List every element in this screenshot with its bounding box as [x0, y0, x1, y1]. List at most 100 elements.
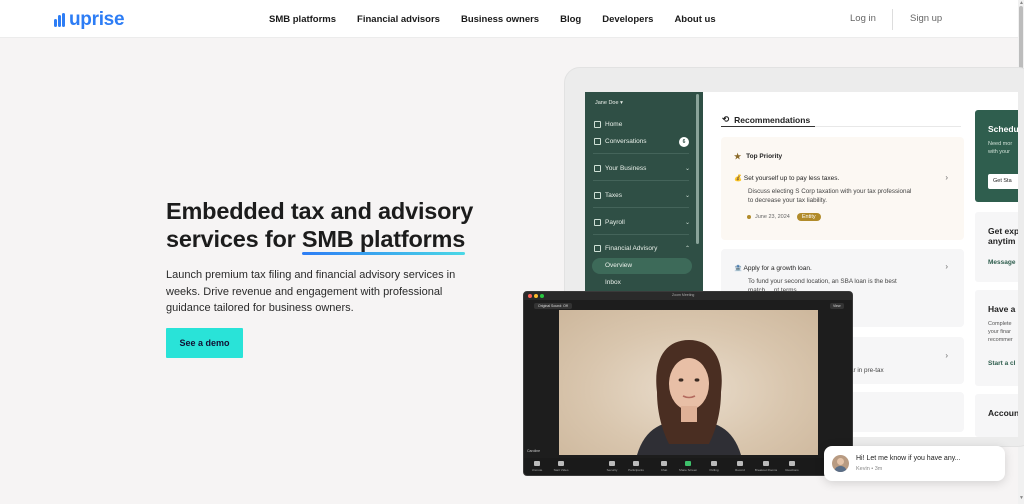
participant-figure-icon — [637, 340, 741, 455]
nav-about-us[interactable]: About us — [674, 14, 715, 25]
nav-financial-advisors[interactable]: Financial advisors — [357, 14, 440, 25]
person-icon — [834, 458, 847, 472]
taxes-icon — [594, 192, 601, 199]
maximize-window-icon — [540, 294, 544, 298]
schedule-desc: Need mor with your — [988, 140, 1012, 156]
account-title: Accoun — [988, 408, 1018, 418]
sidebar-item-payroll: Payroll ⌄ — [594, 219, 690, 226]
user-name: Jane Doe — [595, 100, 619, 106]
chevron-down-icon: ⌄ — [684, 220, 690, 226]
chevron-down-icon: ⌄ — [684, 193, 690, 199]
logo-text: uprise — [69, 9, 125, 30]
advisor-desc: Complete your finar recommer — [988, 320, 1013, 344]
caret-down-icon: ▾ — [620, 100, 623, 106]
sidebar-divider — [593, 180, 689, 181]
nav-blog[interactable]: Blog — [560, 14, 581, 25]
main-nav: SMB platforms Financial advisors Busines… — [269, 0, 737, 38]
uprise-logo[interactable]: uprise — [54, 9, 125, 31]
video-toolbar: Unmute Start Video Security Participants… — [524, 458, 852, 475]
money-bag-icon: 💰 — [734, 175, 743, 182]
view-button: View — [830, 303, 844, 309]
breakout-rooms-button: Breakout Rooms — [755, 461, 777, 475]
see-demo-button[interactable]: See a demo — [166, 328, 243, 358]
record-icon — [737, 461, 743, 466]
expert-title: Get exp anytim — [988, 226, 1018, 246]
schedule-title: Schedu — [988, 124, 1018, 134]
schedule-desc-line: with your — [988, 149, 1011, 155]
signup-link[interactable]: Sign up — [910, 13, 942, 24]
star-icon: ★ — [734, 152, 742, 161]
entity-badge: Entity — [796, 213, 821, 221]
chat-button: Chat — [655, 461, 673, 475]
nav-smb-platforms[interactable]: SMB platforms — [269, 14, 336, 25]
site-header: uprise SMB platforms Financial advisors … — [0, 0, 1018, 38]
message-link: Message — [988, 259, 1016, 266]
sidebar-subitem-overview: Overview — [605, 262, 633, 269]
nav-business-owners[interactable]: Business owners — [461, 14, 539, 25]
video-titlebar: Zoom Meeting — [524, 292, 852, 300]
expert-panel: Get exp anytim Message — [975, 212, 1018, 282]
sidebar-divider — [593, 207, 689, 208]
start-video-button: Start Video — [552, 461, 570, 475]
scroll-down-arrow-icon[interactable]: ▼ — [1019, 495, 1024, 501]
chevron-up-icon: ⌃ — [684, 246, 690, 252]
polling-button: Polling — [705, 461, 723, 475]
chat-widget[interactable]: Hi! Let me know if you have any... Kevin… — [824, 446, 1005, 481]
sidebar-item-conversations: Conversations — [594, 138, 690, 145]
chat-message: Hi! Let me know if you have any... — [856, 455, 961, 462]
avatar — [832, 455, 849, 472]
hero-title-prefix: services for — [166, 226, 302, 252]
top-priority-text: Top Priority — [746, 153, 783, 160]
advisory-icon — [594, 245, 601, 252]
toolbar-label: Reactions — [785, 468, 799, 472]
start-chat-link: Start a cl — [988, 360, 1016, 367]
chat-icon — [594, 138, 601, 145]
nav-developers[interactable]: Developers — [602, 14, 653, 25]
chevron-right-icon: › — [945, 262, 948, 271]
hero-title: Embedded tax and advisory services for S… — [166, 197, 526, 255]
toolbar-label: Record — [735, 468, 745, 472]
shield-icon — [609, 461, 615, 466]
store-icon — [594, 165, 601, 172]
smiley-icon — [789, 461, 795, 466]
card-body: Discuss electing S Corp taxation with yo… — [748, 187, 911, 205]
card-date: June 23, 2024 Entity — [747, 213, 821, 221]
card-body-line: to decrease your tax liability. — [748, 197, 827, 204]
share-screen-button: Share Screen — [679, 461, 697, 475]
video-window-title: Zoom Meeting — [672, 293, 695, 297]
toolbar-label: Polling — [709, 468, 719, 472]
login-link[interactable]: Log in — [850, 13, 876, 24]
account-panel: Accoun — [975, 394, 1018, 437]
card-body-line: Discuss electing S Corp taxation with yo… — [748, 188, 912, 195]
hero-title-line1: Embedded tax and advisory — [166, 198, 474, 224]
schedule-desc-line: Need mor — [988, 141, 1013, 147]
chevron-right-icon: › — [945, 173, 948, 182]
toolbar-label: Security — [606, 468, 618, 472]
advisor-panel: Have a Complete your finar recommer Start … — [975, 290, 1018, 386]
toolbar-label: Unmute — [531, 468, 543, 472]
sidebar-item-label: Payroll — [605, 219, 625, 226]
video-call-window: Zoom Meeting Original Sound: Off View Ca… — [523, 291, 853, 476]
sidebar-item-label: Conversations — [605, 138, 647, 145]
record-button: Record — [731, 461, 749, 475]
payroll-icon — [594, 219, 601, 226]
recommendations-underline — [721, 126, 815, 127]
people-icon — [633, 461, 639, 466]
conversations-count-badge: 6 — [679, 137, 689, 147]
advisor-desc-line: recommer — [988, 337, 1013, 343]
expert-title-line: anytim — [988, 236, 1016, 246]
sidebar-item-label: Taxes — [605, 192, 622, 199]
sidebar-item-label: Financial Advisory — [605, 245, 658, 252]
chevron-right-icon: › — [945, 351, 948, 360]
header-divider — [892, 9, 893, 30]
card-title: 🏦 Apply for a growth loan. — [734, 264, 812, 272]
participant-video — [559, 310, 818, 455]
grid-icon — [763, 461, 769, 466]
card-date-text: June 23, 2024 — [755, 214, 790, 220]
sidebar-item-label: Your Business — [605, 165, 647, 172]
sidebar-item-label: Home — [605, 121, 623, 128]
schedule-panel: Schedu Need mor with your Get Sta — [975, 110, 1018, 202]
hero-description: Launch premium tax filing and financial … — [166, 269, 456, 314]
card-title-text: Apply for a growth loan. — [743, 265, 812, 272]
card-title: 💰 Set yourself up to pay less taxes. — [734, 174, 839, 182]
